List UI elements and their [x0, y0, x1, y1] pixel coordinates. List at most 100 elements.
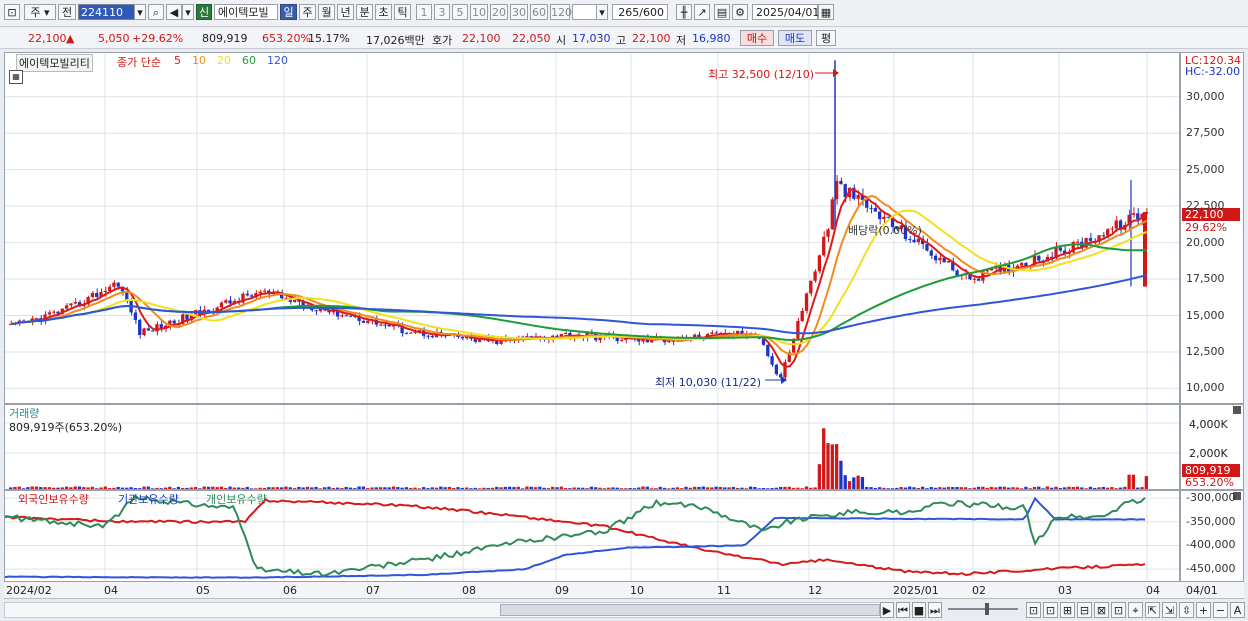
interval-5[interactable]: 5 [452, 4, 468, 20]
tail-icon-6[interactable]: ⌖ [1128, 602, 1143, 618]
search-icon[interactable]: ⌕ [148, 4, 164, 20]
volume-bar [271, 487, 275, 489]
volume-bar [839, 460, 843, 489]
volume-bar [525, 486, 529, 489]
candle-body [976, 278, 981, 281]
volume-bar [796, 487, 800, 489]
price-value: 22,100 [28, 32, 67, 45]
volume-bar [1032, 486, 1037, 489]
volume-bar [688, 487, 692, 489]
tail-icon-10[interactable]: + [1196, 602, 1211, 618]
candle-body [946, 261, 951, 263]
ma-line-120 [11, 274, 1148, 335]
candle-body [361, 320, 366, 323]
volume-bar [258, 487, 262, 489]
price-chart [5, 53, 1179, 403]
type-select[interactable]: 주 ▾ [24, 4, 56, 20]
volume-bar [594, 487, 598, 489]
volume-bar [47, 487, 52, 489]
candle-body [826, 229, 830, 237]
tail-icon-7[interactable]: ⇱ [1145, 602, 1160, 618]
calendar-icon[interactable]: ▦ [818, 4, 834, 20]
scroll-thumb[interactable] [500, 604, 880, 616]
buy-button[interactable]: 매수 [740, 30, 774, 46]
table-icon[interactable]: ▦ [9, 70, 23, 84]
volume-bar [193, 487, 198, 489]
candle-body [219, 302, 224, 308]
tail-icon-5[interactable]: ⊡ [1111, 602, 1126, 618]
volume-bar [843, 475, 847, 489]
period-0[interactable]: 일 [280, 4, 297, 20]
tail-icon-3[interactable]: ⊟ [1077, 602, 1092, 618]
candle-body [1131, 213, 1136, 215]
volume-bar [1050, 487, 1054, 489]
window-icon[interactable]: ⊡ [4, 4, 20, 20]
volume-bar [288, 487, 292, 489]
interval-dropdown-icon[interactable]: ▾ [596, 4, 608, 20]
interval-10[interactable]: 10 [470, 4, 488, 20]
volume-bar [77, 486, 82, 489]
chart-tool-icon[interactable]: ↗ [694, 4, 710, 20]
tail-icon-4[interactable]: ⊠ [1094, 602, 1109, 618]
volume-bar [645, 486, 649, 489]
interval-30[interactable]: 30 [510, 4, 528, 20]
period-4[interactable]: 분 [356, 4, 373, 20]
first-icon[interactable]: ⏮ [896, 602, 910, 618]
volume-bar [1097, 487, 1101, 489]
count-field[interactable]: 265/600 [612, 4, 668, 20]
gear-icon[interactable]: ⚙ [732, 4, 748, 20]
tail-icon-11[interactable]: − [1213, 602, 1228, 618]
volume-bar [701, 486, 705, 489]
tail-icon-1[interactable]: ⊡ [1043, 602, 1058, 618]
interval-3[interactable]: 3 [434, 4, 450, 20]
ma-legend-5: 5 [174, 54, 181, 67]
volume-bar [107, 488, 112, 489]
volume-bar [292, 488, 297, 489]
tail-icon-0[interactable]: ⊡ [1026, 602, 1041, 618]
period-6[interactable]: 틱 [394, 4, 411, 20]
candle-body [1088, 238, 1093, 241]
holdings-tick-1: -350,000 [1186, 514, 1236, 528]
volume-bar [129, 487, 133, 489]
close-icon[interactable] [1233, 406, 1241, 414]
volume-bar [981, 486, 985, 489]
zoom-knob[interactable] [985, 603, 989, 615]
tail-icon-12[interactable]: A [1230, 602, 1245, 618]
holdings-tick-2: -400,000 [1186, 538, 1236, 552]
period-select[interactable]: 전 [58, 4, 76, 20]
speaker-icon[interactable]: ◀ [166, 4, 182, 20]
interval-120[interactable]: 120 [550, 4, 572, 20]
low-label: 저 [676, 34, 687, 47]
save-icon[interactable]: ▤ [714, 4, 730, 20]
tail-icon-8[interactable]: ⇲ [1162, 602, 1177, 618]
stock-name-field[interactable]: 에이텍모빌 [214, 4, 278, 20]
interval-60[interactable]: 60 [530, 4, 548, 20]
last-icon[interactable]: ⏭ [928, 602, 942, 618]
stock-code-input[interactable]: 224110 [78, 4, 136, 20]
volume-bar [30, 486, 34, 489]
stop-icon[interactable]: ■ [912, 602, 926, 618]
new-badge[interactable]: 신 [196, 4, 212, 20]
code-dropdown-icon[interactable]: ▾ [134, 4, 146, 20]
volume-ratio: 653.20% [262, 32, 311, 45]
volume-bar [456, 487, 460, 489]
avg-button[interactable]: 평 [816, 30, 836, 46]
sell-button[interactable]: 매도 [778, 30, 812, 46]
volume-bar [1037, 486, 1041, 489]
speaker-dropdown-icon[interactable]: ▾ [182, 4, 194, 20]
date-field[interactable]: 2025/04/01 [752, 4, 819, 20]
period-1[interactable]: 주 [299, 4, 316, 20]
tail-icon-2[interactable]: ⊞ [1060, 602, 1075, 618]
scroll-right-icon[interactable]: ▶ [880, 602, 894, 618]
volume-bar [718, 486, 723, 489]
candle-icon[interactable]: ╫ [676, 4, 692, 20]
period-5[interactable]: 초 [375, 4, 392, 20]
period-3[interactable]: 년 [337, 4, 354, 20]
volume-bar [421, 487, 426, 489]
x-label-13: 04 [1146, 584, 1160, 597]
zoom-slider[interactable] [948, 608, 1018, 610]
tail-icon-9[interactable]: ⇳ [1179, 602, 1194, 618]
interval-20[interactable]: 20 [490, 4, 508, 20]
period-2[interactable]: 월 [318, 4, 335, 20]
interval-1[interactable]: 1 [416, 4, 432, 20]
